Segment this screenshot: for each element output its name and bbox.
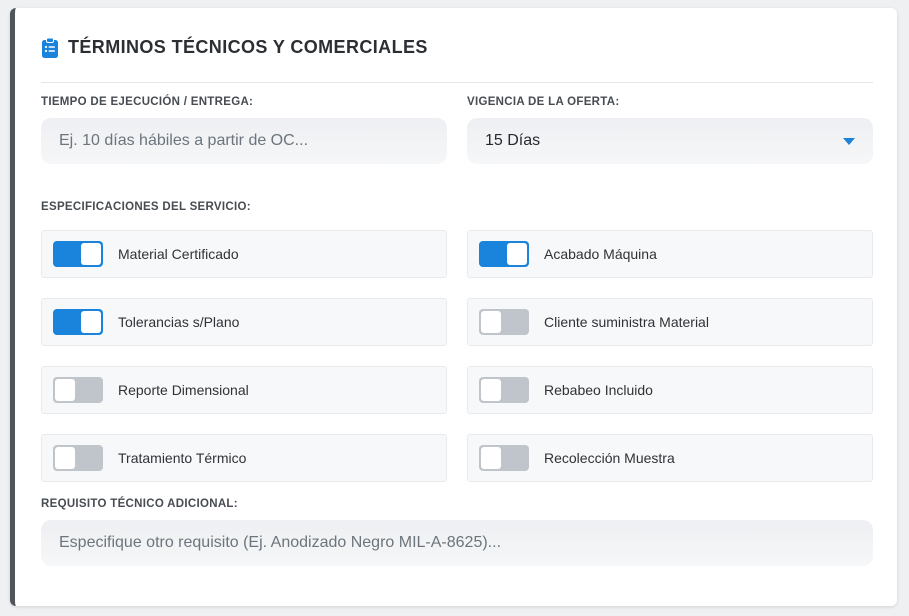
clipboard-list-icon bbox=[41, 37, 59, 59]
spec-option[interactable]: Reporte Dimensional bbox=[41, 366, 447, 414]
technical-terms-card: TÉRMINOS TÉCNICOS Y COMERCIALES TIEMPO D… bbox=[10, 8, 897, 606]
toggle-switch[interactable] bbox=[479, 309, 529, 335]
toggle-knob bbox=[81, 243, 101, 265]
additional-label: REQUISITO TÉCNICO ADICIONAL: bbox=[41, 498, 238, 510]
spec-option-label: Recolección Muestra bbox=[544, 450, 675, 466]
spec-option-label: Cliente suministra Material bbox=[544, 314, 709, 330]
toggle-knob bbox=[55, 447, 75, 469]
spec-option[interactable]: Material Certificado bbox=[41, 230, 447, 278]
toggle-knob bbox=[481, 379, 501, 401]
spec-option[interactable]: Tolerancias s/Plano bbox=[41, 298, 447, 346]
delivery-time-input[interactable] bbox=[41, 118, 447, 164]
spec-option[interactable]: Cliente suministra Material bbox=[467, 298, 873, 346]
toggle-knob bbox=[481, 311, 501, 333]
toggle-knob bbox=[81, 311, 101, 333]
toggle-switch[interactable] bbox=[53, 309, 103, 335]
toggle-switch[interactable] bbox=[479, 445, 529, 471]
toggle-knob bbox=[481, 447, 501, 469]
delivery-label: TIEMPO DE EJECUCIÓN / ENTREGA: bbox=[41, 96, 254, 108]
spec-option-label: Tratamiento Térmico bbox=[118, 450, 247, 466]
spec-option-label: Tolerancias s/Plano bbox=[118, 314, 240, 330]
toggle-switch[interactable] bbox=[479, 377, 529, 403]
toggle-knob bbox=[55, 379, 75, 401]
toggle-switch[interactable] bbox=[479, 241, 529, 267]
caret-down-icon bbox=[843, 137, 855, 145]
spec-option-label: Rebabeo Incluido bbox=[544, 382, 653, 398]
section-title: TÉRMINOS TÉCNICOS Y COMERCIALES bbox=[68, 37, 428, 57]
validity-label: VIGENCIA DE LA OFERTA: bbox=[467, 96, 620, 108]
toggle-switch[interactable] bbox=[53, 241, 103, 267]
spec-option-label: Reporte Dimensional bbox=[118, 382, 249, 398]
section-header: TÉRMINOS TÉCNICOS Y COMERCIALES bbox=[41, 36, 873, 83]
specs-label: ESPECIFICACIONES DEL SERVICIO: bbox=[41, 201, 251, 213]
spec-option[interactable]: Tratamiento Térmico bbox=[41, 434, 447, 482]
spec-option[interactable]: Recolección Muestra bbox=[467, 434, 873, 482]
spec-option[interactable]: Rebabeo Incluido bbox=[467, 366, 873, 414]
toggle-switch[interactable] bbox=[53, 445, 103, 471]
spec-option-label: Material Certificado bbox=[118, 246, 239, 262]
spec-option[interactable]: Acabado Máquina bbox=[467, 230, 873, 278]
offer-validity-value: 15 Días bbox=[485, 132, 541, 149]
additional-requirement-input[interactable] bbox=[41, 520, 873, 566]
toggle-knob bbox=[507, 243, 527, 265]
spec-option-label: Acabado Máquina bbox=[544, 246, 657, 262]
offer-validity-select[interactable]: 15 Días bbox=[467, 118, 873, 164]
toggle-switch[interactable] bbox=[53, 377, 103, 403]
